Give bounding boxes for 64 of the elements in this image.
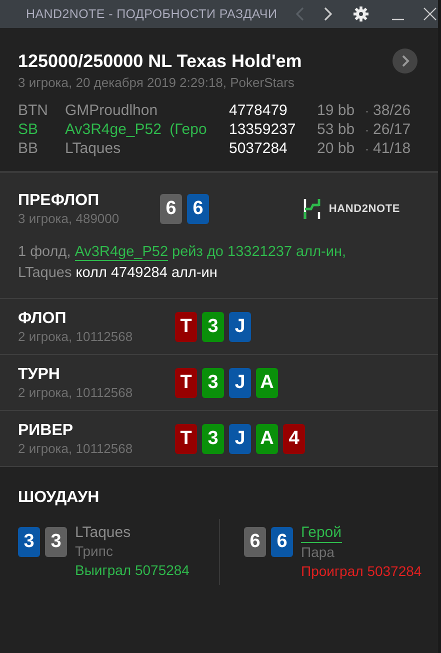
hand-rank: Пара [301, 543, 334, 562]
settings-icon[interactable] [353, 6, 370, 22]
result-text: Выиграл 5075284 [75, 561, 190, 580]
street-name: РИВЕР [18, 422, 74, 440]
window-title: HAND2NOTE - ПОДРОБНОСТИ РАЗДАЧИ [26, 7, 278, 21]
player-link[interactable]: Av3R4ge_P52 [74, 244, 168, 261]
player-stats: 41/18 [373, 140, 412, 157]
forward-icon[interactable] [323, 7, 334, 21]
separator-dot: · [364, 123, 370, 137]
street-info: 2 игрока, 10112568 [18, 385, 133, 400]
action-text: LTaques колл 4749284 алл-ин [18, 264, 218, 283]
hero-label: (Геро [170, 121, 207, 138]
street-info: 2 игрока, 10112568 [18, 329, 133, 344]
logo-text: HAND2NOTE [328, 203, 400, 215]
street-name: ПРЕФЛОП [18, 192, 100, 210]
playing-card: T [175, 368, 197, 398]
player-stats: 26/17 [373, 121, 412, 138]
next-hand-button[interactable] [392, 48, 418, 74]
playing-card: 6 [160, 194, 182, 224]
street-info: 3 игрока, 489000 [18, 211, 120, 226]
player-stack: 4778479 [229, 102, 288, 119]
playing-card: 3 [45, 527, 67, 557]
player-position: BTN [18, 102, 49, 119]
player-name[interactable]: Av3R4ge_P52 [65, 121, 162, 138]
result-text: Проиграл 5037284 [301, 562, 422, 581]
close-icon[interactable] [423, 7, 438, 21]
playing-card: 6 [187, 194, 209, 224]
stack-bb: 53 bb [317, 121, 356, 138]
separator-dot: · [364, 142, 370, 156]
player-name[interactable]: Герой [301, 523, 342, 543]
street-name: ТУРН [18, 366, 60, 384]
logo-icon [302, 198, 321, 220]
player-position: SB [18, 121, 40, 138]
playing-card: 4 [283, 424, 305, 454]
playing-card: J [229, 312, 251, 342]
player-stats: 38/26 [373, 102, 412, 119]
playing-card: A [256, 424, 278, 454]
stack-bb: 19 bb [317, 102, 356, 119]
player-stack: 13359237 [229, 121, 297, 138]
playing-card: A [256, 368, 278, 398]
hand-title: 125000/250000 NL Texas Hold'em [18, 50, 302, 72]
playing-card: T [175, 424, 197, 454]
player-name: LTaques [65, 140, 121, 157]
separator-dot: · [364, 104, 370, 118]
playing-card: J [229, 424, 251, 454]
player-name: GMProudlhon [65, 102, 158, 119]
hand-subtitle: 3 игрока, 20 декабря 2019 2:29:18, PokerStars [18, 75, 296, 90]
playing-card: T [175, 312, 197, 342]
hand-rank: Трипс [75, 542, 113, 561]
playing-card: J [229, 368, 251, 398]
street-info: 2 игрока, 10112568 [18, 441, 133, 456]
section-title: ШОУДАУН [18, 489, 100, 507]
action-text: 1 фолд, Av3R4ge_P52 рейз до 13321237 алл-ин, [18, 243, 347, 263]
playing-card: 3 [202, 424, 224, 454]
player-stack: 5037284 [229, 140, 288, 157]
playing-card: 6 [244, 527, 266, 557]
playing-card: 3 [202, 312, 224, 342]
stack-bb: 20 bb [317, 140, 356, 157]
player-name: LTaques [75, 523, 131, 542]
playing-card: 3 [202, 368, 224, 398]
player-position: BB [18, 140, 40, 157]
playing-card: 3 [18, 527, 40, 557]
street-name: ФЛОП [18, 310, 66, 328]
playing-card: 6 [271, 527, 293, 557]
